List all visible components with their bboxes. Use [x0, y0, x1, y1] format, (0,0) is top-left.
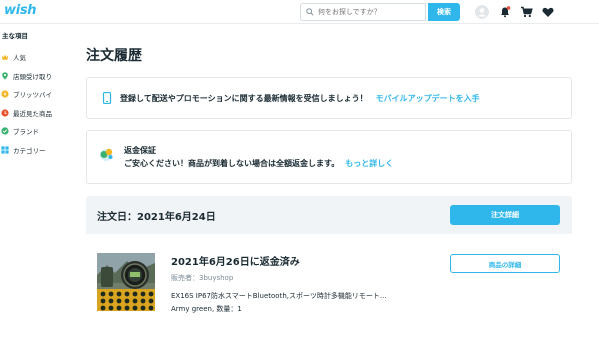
notification-dot	[506, 6, 511, 10]
sidebar-item-label: 店頭受け取り	[13, 72, 52, 81]
sidebar-item-label: 人気	[13, 54, 26, 63]
sidebar-item-popular[interactable]: 人気	[0, 48, 70, 67]
top-header: wish 検索	[0, 0, 599, 24]
refund-body-text: ご安心ください！商品が到着しない場合は全額返金します。	[124, 159, 340, 168]
sidebar-heading: 主な項目	[2, 32, 28, 40]
sidebar: 主な項目 人気 店頭受け取り ブリッツバイ 最近見た商品 ブランド カテゴリー	[0, 30, 70, 159]
wish-logo[interactable]: wish	[4, 3, 37, 18]
item-refund-status: 2021年6月26日に返金済み	[171, 257, 300, 268]
refund-title: 返金保証	[124, 146, 156, 155]
sidebar-item-label: ブランド	[13, 128, 39, 137]
order-date: 注文日：2021年6月24日	[97, 212, 216, 223]
sidebar-item-local-pickup[interactable]: 店頭受け取り	[0, 67, 70, 86]
sidebar-item-label: カテゴリー	[13, 146, 46, 155]
sidebar-item-categories[interactable]: カテゴリー	[0, 141, 70, 160]
sidebar-item-label: ブリッツバイ	[13, 91, 52, 100]
product-details-button[interactable]: 商品の詳細	[450, 254, 560, 273]
search-icon	[306, 8, 314, 16]
item-seller: 販売者：3buyshop	[171, 274, 234, 282]
heart-icon[interactable]	[540, 4, 556, 20]
clock-icon	[1, 109, 9, 117]
bell-icon[interactable]	[497, 4, 513, 20]
search-box[interactable]	[300, 3, 426, 21]
location-pin-icon	[2, 72, 8, 80]
mobile-phone-icon	[102, 92, 112, 104]
item-variant-quantity: Army green, 数量：1	[171, 305, 242, 313]
refund-guarantee-card: 返金保証 ご安心ください！商品が到着しない場合は全額返金します。 もっと詳しく	[86, 130, 572, 184]
verified-badge-icon	[1, 127, 9, 135]
order-header: 注文日：2021年6月24日 注文詳細	[86, 196, 572, 234]
grid-icon	[1, 146, 9, 154]
product-image[interactable]	[97, 253, 155, 311]
search-input[interactable]	[318, 8, 418, 16]
promo-banner: 登録して配送やプロモーションに関する最新情報を受信しましょう！ モバイルアップデ…	[86, 77, 572, 119]
sidebar-item-blitz-buy[interactable]: ブリッツバイ	[0, 85, 70, 104]
cart-icon[interactable]	[518, 4, 534, 20]
sidebar-item-label: 最近見た商品	[13, 109, 52, 118]
sidebar-item-brands[interactable]: ブランド	[0, 122, 70, 141]
search-button[interactable]: 検索	[428, 3, 460, 21]
item-name[interactable]: EX16S IP67防水スマートBluetooth,スポーツ時計多機能リモート.…	[171, 291, 387, 301]
refund-badge-icon	[100, 148, 113, 161]
promo-text: 登録して配送やプロモーションに関する最新情報を受信しましょう！	[120, 93, 368, 103]
refund-body: ご安心ください！商品が到着しない場合は全額返金します。 もっと詳しく	[124, 158, 393, 169]
mobile-updates-link[interactable]: モバイルアップデートを入手	[376, 93, 480, 104]
order-details-button[interactable]: 注文詳細	[450, 205, 560, 225]
learn-more-link[interactable]: もっと詳しく	[345, 159, 393, 168]
crown-icon	[1, 54, 9, 61]
sidebar-item-recently-viewed[interactable]: 最近見た商品	[0, 104, 70, 123]
page-title: 注文履歴	[86, 48, 142, 64]
blitz-buy-icon	[1, 90, 9, 98]
avatar-icon[interactable]	[474, 4, 490, 20]
